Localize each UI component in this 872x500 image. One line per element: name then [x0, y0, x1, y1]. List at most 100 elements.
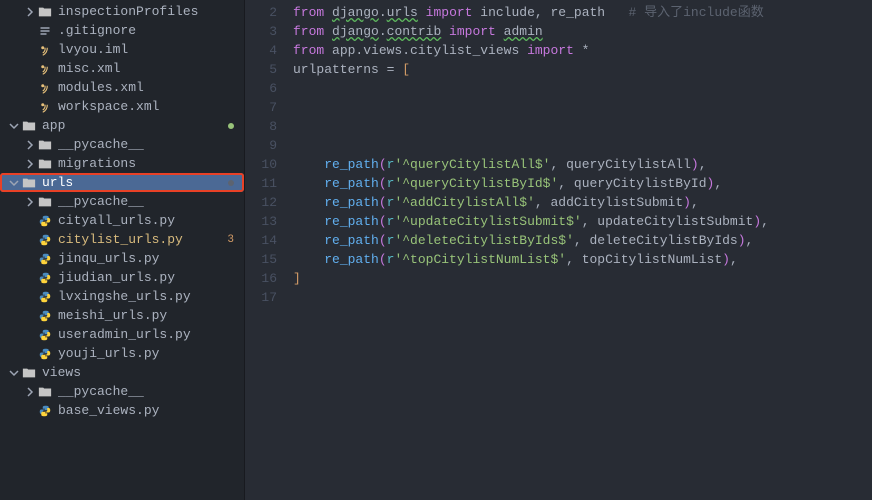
tree-item-urls[interactable]: urls — [0, 173, 244, 192]
code-token: ) — [691, 157, 699, 172]
code-line[interactable]: re_path(r'^deleteCitylistByIds$', delete… — [293, 231, 872, 250]
tree-item-label: base_views.py — [58, 403, 244, 418]
code-line[interactable]: urlpatterns = [ — [293, 60, 872, 79]
code-line[interactable]: re_path(r'^updateCitylistSubmit$', updat… — [293, 212, 872, 231]
code-token — [293, 214, 324, 229]
tree-item-label: migrations — [58, 156, 244, 171]
file-explorer-sidebar[interactable]: inspectionProfiles.gitignorelvyou.iml mis… — [0, 0, 245, 500]
code-token: , — [699, 157, 707, 172]
tree-item-lvxingshe-urls-py[interactable]: lvxingshe_urls.py — [0, 287, 244, 306]
tree-item-views[interactable]: views — [0, 363, 244, 382]
xml-file-icon — [38, 100, 52, 114]
chevron-right-icon — [24, 7, 36, 17]
code-line[interactable]: from django.urls import include, re_path… — [293, 3, 872, 22]
code-token: ( — [379, 233, 387, 248]
code-token: '^deleteCitylistByIds$' — [394, 233, 573, 248]
code-line[interactable] — [293, 98, 872, 117]
code-line[interactable]: re_path(r'^queryCitylistAll$', queryCity… — [293, 155, 872, 174]
tree-item-useradmin-urls-py[interactable]: useradmin_urls.py — [0, 325, 244, 344]
tree-item-lvyou-iml[interactable]: lvyou.iml — [0, 40, 244, 59]
code-token: [ — [402, 62, 410, 77]
code-line[interactable] — [293, 79, 872, 98]
code-token: = — [387, 62, 403, 77]
code-token — [293, 195, 324, 210]
folder-icon — [38, 5, 52, 19]
tree-item-modules-xml[interactable]: modules.xml — [0, 78, 244, 97]
chevron-right-icon — [24, 387, 36, 397]
tree-item-app[interactable]: app — [0, 116, 244, 135]
code-editor[interactable]: 234567891011121314151617 from django.url… — [245, 0, 872, 500]
code-line[interactable] — [293, 117, 872, 136]
tree-item-label: useradmin_urls.py — [58, 327, 244, 342]
code-token: ( — [379, 176, 387, 191]
tree-item--gitignore[interactable]: .gitignore — [0, 21, 244, 40]
code-line[interactable] — [293, 136, 872, 155]
tree-item-misc-xml[interactable]: misc.xml — [0, 59, 244, 78]
code-token: admin — [504, 24, 543, 39]
line-number-gutter: 234567891011121314151617 — [245, 0, 293, 500]
tree-item-cityall-urls-py[interactable]: cityall_urls.py — [0, 211, 244, 230]
code-token: , — [558, 176, 574, 191]
tree-item---pycache--[interactable]: __pycache__ — [0, 135, 244, 154]
folder-icon — [38, 195, 52, 209]
code-token: ] — [293, 271, 301, 286]
code-line[interactable]: from django.contrib import admin — [293, 22, 872, 41]
folder-icon — [22, 119, 36, 133]
chevron-down-icon — [8, 368, 20, 378]
line-number: 10 — [245, 155, 293, 174]
code-token: # 导入了include函数 — [605, 5, 764, 20]
folder-icon — [38, 157, 52, 171]
python-file-icon — [38, 271, 52, 285]
code-token: ) — [683, 195, 691, 210]
code-token: , — [730, 252, 738, 267]
code-token: import — [527, 43, 582, 58]
tree-item-jiudian-urls-py[interactable]: jiudian_urls.py — [0, 268, 244, 287]
tree-item-inspectionprofiles[interactable]: inspectionProfiles — [0, 2, 244, 21]
code-token: app.views.citylist_views — [332, 43, 527, 58]
tree-item-base-views-py[interactable]: base_views.py — [0, 401, 244, 420]
code-line[interactable]: re_path(r'^addCitylistAll$', addCitylist… — [293, 193, 872, 212]
tree-item-workspace-xml[interactable]: workspace.xml — [0, 97, 244, 116]
code-token: re_path — [551, 5, 606, 20]
code-token: , — [582, 214, 598, 229]
tree-item-label: misc.xml — [58, 61, 244, 76]
code-line[interactable] — [293, 288, 872, 307]
code-token: re_path — [324, 157, 379, 172]
code-token — [293, 252, 324, 267]
code-token: '^updateCitylistSubmit$' — [394, 214, 581, 229]
code-token: ( — [379, 157, 387, 172]
tree-item-label: views — [42, 365, 244, 380]
tree-item-meishi-urls-py[interactable]: meishi_urls.py — [0, 306, 244, 325]
chevron-right-icon — [24, 197, 36, 207]
tree-item---pycache--[interactable]: __pycache__ — [0, 192, 244, 211]
chevron-right-icon — [24, 159, 36, 169]
python-file-icon — [38, 309, 52, 323]
code-line[interactable]: ] — [293, 269, 872, 288]
tree-item-citylist-urls-py[interactable]: citylist_urls.py3 — [0, 230, 244, 249]
code-token: django — [332, 5, 379, 20]
code-token: urls — [387, 5, 418, 20]
code-token: from — [293, 24, 332, 39]
code-token: , — [761, 214, 769, 229]
line-number: 3 — [245, 22, 293, 41]
code-token: ) — [738, 233, 746, 248]
tree-item-label: youji_urls.py — [58, 346, 244, 361]
python-file-icon — [38, 290, 52, 304]
line-number: 2 — [245, 3, 293, 22]
line-number: 15 — [245, 250, 293, 269]
tree-item---pycache--[interactable]: __pycache__ — [0, 382, 244, 401]
code-line[interactable]: re_path(r'^topCitylistNumList$', topCity… — [293, 250, 872, 269]
code-line[interactable]: re_path(r'^queryCitylistById$', queryCit… — [293, 174, 872, 193]
tree-item-label: jiudian_urls.py — [58, 270, 244, 285]
tree-item-migrations[interactable]: migrations — [0, 154, 244, 173]
line-number: 14 — [245, 231, 293, 250]
code-token: , — [714, 176, 722, 191]
code-content[interactable]: from django.urls import include, re_path… — [293, 0, 872, 500]
tree-item-jinqu-urls-py[interactable]: jinqu_urls.py — [0, 249, 244, 268]
python-file-icon — [38, 328, 52, 342]
line-number: 12 — [245, 193, 293, 212]
tree-item-youji-urls-py[interactable]: youji_urls.py — [0, 344, 244, 363]
code-line[interactable]: from app.views.citylist_views import * — [293, 41, 872, 60]
folder-icon — [38, 138, 52, 152]
code-token: import — [418, 5, 480, 20]
